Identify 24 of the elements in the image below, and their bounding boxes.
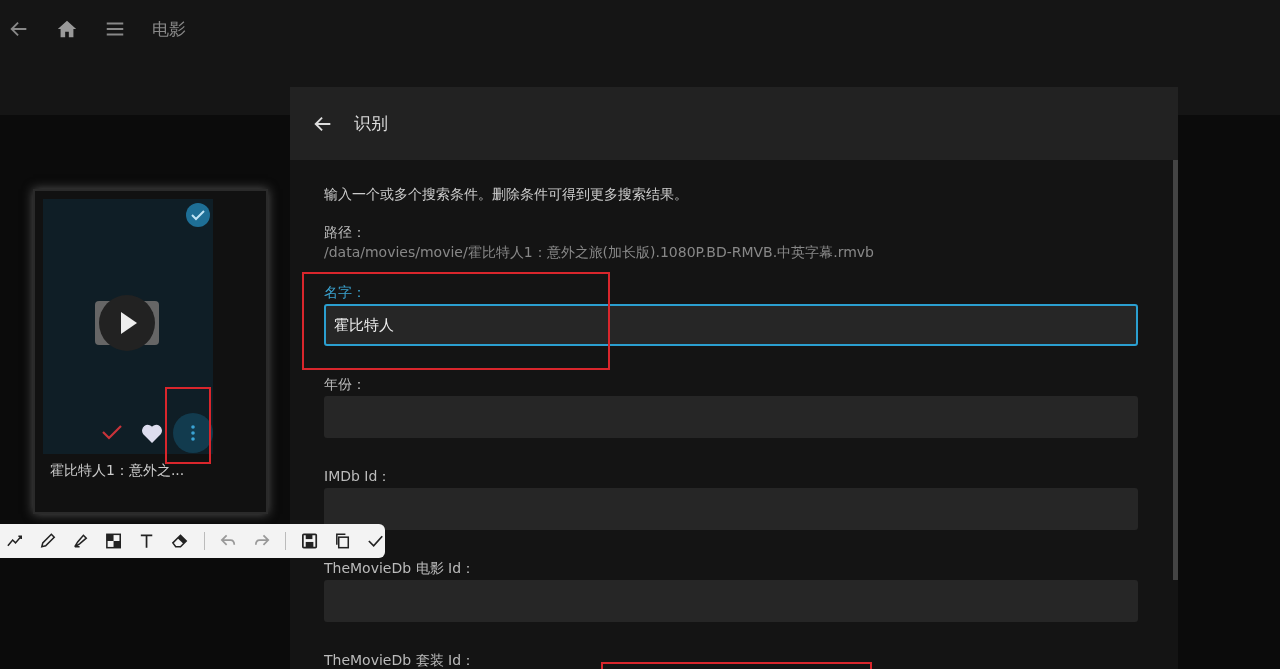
input-field[interactable] <box>324 488 1138 530</box>
page-title: 电影 <box>152 18 186 41</box>
movie-card[interactable]: 霍比特人1：意外之... <box>33 189 268 514</box>
heart-icon[interactable] <box>141 423 163 443</box>
home-icon[interactable] <box>56 18 78 40</box>
save-icon[interactable] <box>299 531 319 551</box>
instruction-text: 输入一个或多个搜索条件。删除条件可得到更多搜索结果。 <box>324 186 688 204</box>
field-label: TheMovieDb 电影 Id： <box>324 560 476 576</box>
mosaic-icon[interactable] <box>104 531 124 551</box>
field-label: TheMovieDb 套装 Id： <box>324 652 476 668</box>
pencil-icon[interactable] <box>38 531 58 551</box>
input-field[interactable]: 霍比特人 <box>324 304 1138 346</box>
file-path: /data/movies/movie/霍比特人1：意外之旅(加长版).1080P.BD-RMVB.中英字幕.rmvb <box>324 244 874 262</box>
field-label: IMDb Id： <box>324 468 392 484</box>
dialog-title: 识别 <box>354 112 388 135</box>
field-label: 名字： <box>324 284 366 300</box>
field-label: 路径： <box>324 224 366 240</box>
more-button[interactable] <box>173 413 213 453</box>
movie-title: 霍比特人1：意外之... <box>49 462 186 480</box>
checkmark-icon[interactable] <box>101 423 123 441</box>
play-icon[interactable] <box>95 295 159 351</box>
field-label: 年份： <box>324 376 366 392</box>
more-icon <box>191 425 195 441</box>
selected-check-icon[interactable] <box>186 203 210 227</box>
